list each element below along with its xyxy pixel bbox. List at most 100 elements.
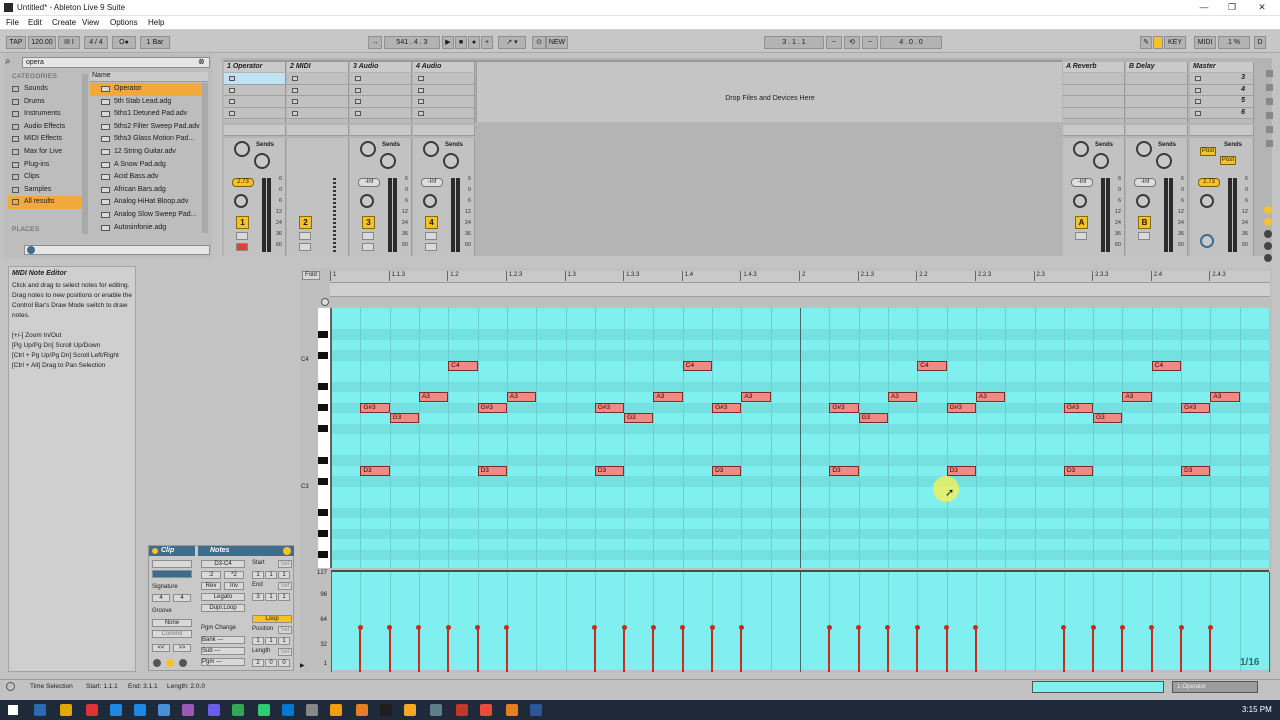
items-scrollbar[interactable]: [202, 83, 208, 233]
send-b-knob[interactable]: [443, 153, 459, 169]
scene-launch-icon[interactable]: [1195, 99, 1201, 104]
clip-stop-row[interactable]: [1063, 125, 1125, 136]
sig-numerator[interactable]: 4: [152, 594, 170, 602]
clip-activator-icon[interactable]: [152, 548, 158, 554]
view-toggle-icon[interactable]: [1264, 254, 1272, 262]
volume-readout[interactable]: -Inf: [1134, 178, 1156, 187]
arm-button[interactable]: [425, 243, 437, 251]
session-side-icon[interactable]: [1266, 98, 1273, 105]
midi-note[interactable]: G#3: [594, 402, 625, 413]
slot-stop-icon[interactable]: [292, 99, 298, 104]
selected-track-name[interactable]: 1-Operator: [1172, 681, 1258, 693]
sig-denominator[interactable]: 4: [173, 594, 191, 602]
position-set-button[interactable]: Set: [278, 626, 292, 634]
velocity-marker[interactable]: [885, 625, 891, 672]
length-set-button[interactable]: Set: [278, 648, 292, 656]
piano-keyboard[interactable]: [318, 308, 331, 568]
slot-stop-icon[interactable]: [292, 110, 298, 116]
black-key[interactable]: [318, 456, 328, 464]
scene-launch-icon[interactable]: [1195, 110, 1201, 116]
velocity-marker[interactable]: [1061, 625, 1067, 672]
after-effects-icon[interactable]: [232, 704, 244, 716]
browser-item[interactable]: A Snow Pad.adg: [90, 159, 202, 172]
midi-note[interactable]: A3: [653, 392, 683, 402]
session-side-icon[interactable]: [1266, 112, 1273, 119]
clip-slot[interactable]: [224, 84, 285, 96]
midi-note[interactable]: A3: [887, 392, 918, 402]
velocity-marker[interactable]: [621, 625, 627, 672]
pan-knob[interactable]: [1073, 194, 1087, 208]
slot-stop-icon[interactable]: [355, 76, 361, 81]
computer-keyboard-icon[interactable]: [1153, 36, 1163, 49]
clip-slot[interactable]: [350, 96, 411, 108]
midi-note[interactable]: G#3: [712, 402, 742, 413]
app-icon[interactable]: [430, 704, 442, 716]
show-envelope-icon[interactable]: [166, 659, 174, 667]
velocity-marker[interactable]: [914, 625, 920, 672]
position-beat[interactable]: 1: [265, 637, 277, 645]
browser-item[interactable]: Acid Bass.adv: [90, 171, 202, 184]
song-position[interactable]: 541 . 4 . 3: [384, 36, 440, 49]
solo-button[interactable]: [425, 232, 437, 240]
pan-knob[interactable]: [423, 194, 437, 208]
browser-search-input[interactable]: opera: [22, 57, 210, 68]
clip-slot[interactable]: [1063, 96, 1124, 108]
clip-slot[interactable]: [350, 107, 411, 119]
clip-slot[interactable]: [1126, 73, 1187, 85]
browser-item[interactable]: 5ths3 Glass Motion Pad...: [90, 133, 202, 146]
category-drums[interactable]: Drums: [8, 96, 82, 109]
midi-note[interactable]: D3: [1063, 465, 1094, 476]
track-title[interactable]: 4 Audio: [413, 62, 475, 72]
premiere-icon[interactable]: [208, 704, 220, 716]
track-activator[interactable]: B: [1138, 216, 1151, 229]
track-title[interactable]: 3 Audio: [350, 62, 412, 72]
browser-item[interactable]: Analog HiHat Bloop.adv: [90, 196, 202, 209]
browser-item[interactable]: 12 String Guitar.adv: [90, 146, 202, 159]
velocity-marker[interactable]: [1207, 625, 1213, 672]
midi-note[interactable]: A3: [741, 392, 771, 402]
midi-note[interactable]: G#3: [1181, 402, 1211, 413]
velocity-marker[interactable]: [973, 625, 979, 672]
clip-stop-row[interactable]: [1190, 125, 1254, 136]
midi-note[interactable]: A3: [1122, 392, 1152, 402]
end-sixteenth[interactable]: 1: [278, 593, 290, 601]
midi-note[interactable]: D3: [477, 465, 507, 476]
pan-knob[interactable]: [1200, 194, 1214, 208]
category-midi-effects[interactable]: MIDI Effects: [8, 133, 82, 146]
category-sounds[interactable]: Sounds: [8, 83, 82, 96]
start-beat[interactable]: 1: [265, 571, 277, 579]
send-b-knob[interactable]: [1156, 153, 1172, 169]
velocity-marker[interactable]: [592, 625, 598, 672]
velocity-marker[interactable]: [475, 625, 481, 672]
task-view-icon[interactable]: [60, 704, 72, 716]
stop-icon[interactable]: ■: [455, 36, 467, 49]
double-button[interactable]: *2: [224, 571, 244, 579]
loop-button[interactable]: Loop: [252, 615, 292, 623]
end-set-button[interactable]: Set: [278, 582, 292, 590]
volume-readout[interactable]: 2.73: [1198, 178, 1220, 187]
midi-note[interactable]: A3: [975, 392, 1006, 402]
track-title[interactable]: 2 MIDI: [287, 62, 349, 72]
app-icon[interactable]: [530, 704, 542, 716]
notes-section-header[interactable]: Notes: [198, 546, 294, 556]
browser-item[interactable]: 5ths1 Detuned Pad.adv: [90, 108, 202, 121]
clip-stop-row[interactable]: [287, 125, 349, 136]
volume-readout[interactable]: -Inf: [358, 178, 380, 187]
velocity-marker[interactable]: [856, 625, 862, 672]
groove-select[interactable]: None: [152, 619, 192, 627]
clip-stop-row[interactable]: [224, 125, 286, 136]
slot-stop-icon[interactable]: [229, 76, 235, 81]
black-key[interactable]: [318, 551, 328, 558]
menu-edit[interactable]: Edit: [28, 18, 42, 27]
close-button[interactable]: ✕: [1248, 1, 1276, 14]
velocity-marker[interactable]: [680, 625, 686, 672]
midi-note[interactable]: A3: [1210, 392, 1240, 402]
file-explorer-icon[interactable]: [86, 704, 98, 716]
clip-overview[interactable]: [1032, 681, 1164, 693]
name-column-header[interactable]: Name: [90, 72, 208, 82]
clip-slot[interactable]: [287, 107, 348, 119]
clip-slot[interactable]: 3: [1190, 73, 1253, 85]
track-activator[interactable]: 3: [362, 216, 375, 229]
beat-time-ruler[interactable]: 1 1.1.3 1.2 1.2.3 1.3 1.3.3 1.4 1.4.3 2 2.1.3 2.2 2…: [330, 271, 1270, 283]
position-sixteenth[interactable]: 1: [278, 637, 290, 645]
